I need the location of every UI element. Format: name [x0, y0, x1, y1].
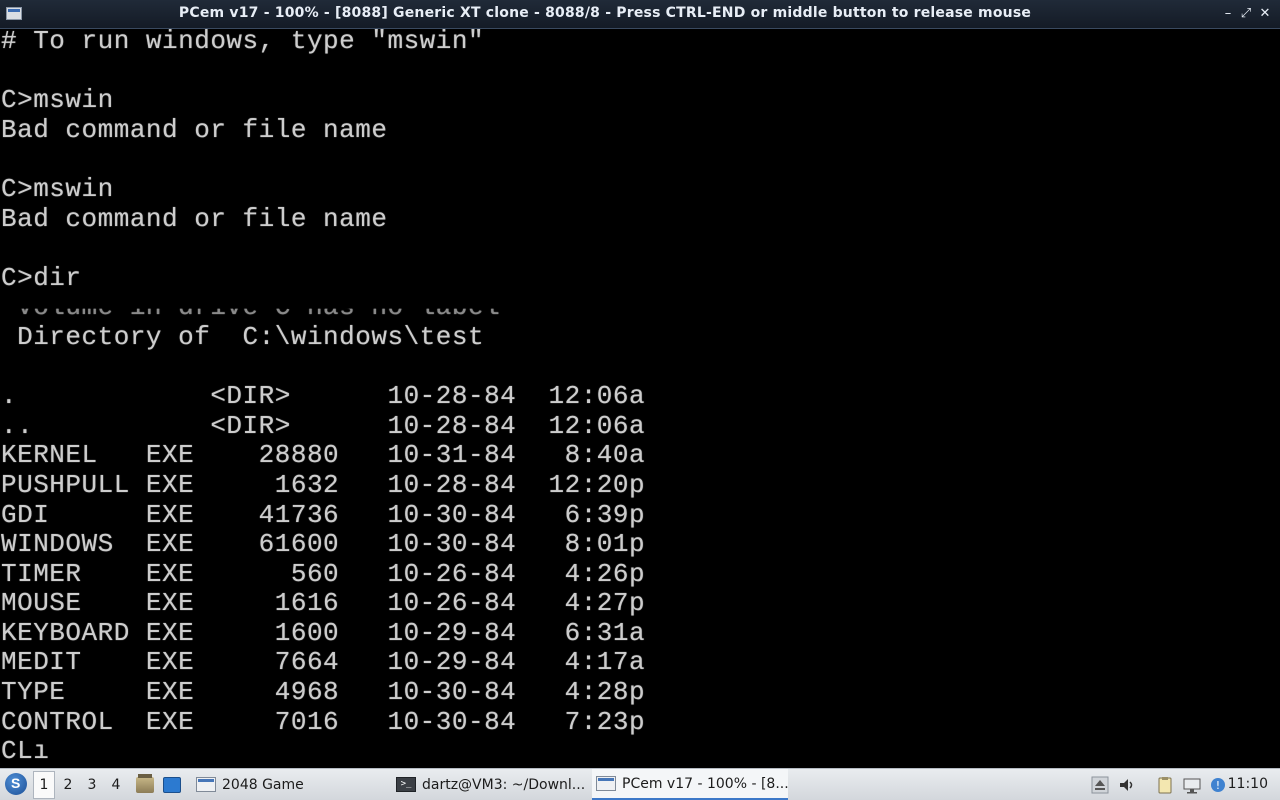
dir-entry: MEDIT EXE 7664 10-29-84 4:17a	[1, 647, 646, 678]
task-label: PCem v17 - 100% - [8...	[622, 775, 788, 792]
task-button-2048[interactable]: 2048 Game	[192, 769, 398, 800]
window-icon	[196, 777, 216, 792]
terminal-icon: >_	[396, 777, 416, 792]
task-button-terminal[interactable]: >_ dartz@VM3: ~/Downl...	[392, 769, 598, 800]
window-titlebar[interactable]: PCem v17 - 100% - [8088] Generic XT clon…	[0, 0, 1280, 29]
minimize-button[interactable]: –	[1219, 4, 1237, 24]
desktop-switch-2[interactable]: 2	[57, 769, 79, 800]
dir-entry: . <DIR> 10-28-84 12:06a	[1, 381, 646, 412]
task-label: 2048 Game	[222, 776, 304, 793]
desktop-switch-1[interactable]: 1	[33, 771, 55, 799]
console-line: CLı	[1, 736, 50, 767]
dir-entry: PUSHPULL EXE 1632 10-28-84 12:20p	[1, 469, 646, 500]
taskbar: 1 2 3 4 2048 Game >_ dartz@VM3: ~/Downl.…	[0, 768, 1280, 800]
network-icon[interactable]	[1183, 776, 1201, 794]
console-line-partial: Volume in drive C has no label	[1, 292, 501, 323]
emulator-screen[interactable]: # To run windows, type "mswin" C>mswin Bad…	[0, 29, 1280, 767]
task-label: dartz@VM3: ~/Downl...	[422, 776, 586, 793]
dir-entry: KEYBOARD EXE 1600 10-29-84 6:31a	[1, 617, 646, 648]
desktop-switch-4[interactable]: 4	[105, 769, 127, 800]
task-button-pcem[interactable]: PCem v17 - 100% - [8...	[592, 769, 788, 800]
console-line: C>dir	[1, 262, 82, 293]
clipboard-icon[interactable]	[1156, 776, 1174, 794]
desktop-switch-3[interactable]: 3	[81, 769, 103, 800]
console-line: Bad command or file name	[1, 203, 388, 234]
dir-entry: .. <DIR> 10-28-84 12:06a	[1, 410, 646, 441]
dir-entry: MOUSE EXE 1616 10-26-84 4:27p	[1, 588, 646, 619]
dir-entry: WINDOWS EXE 61600 10-30-84 8:01p	[1, 529, 646, 560]
show-desktop-icon[interactable]	[163, 777, 181, 793]
window-icon	[596, 776, 616, 791]
svg-text:!: !	[1216, 779, 1220, 792]
console-line: C>mswin	[1, 85, 114, 116]
dir-entry: CONTROL EXE 7016 10-30-84 7:23p	[1, 706, 646, 737]
notification-icon[interactable]: !	[1209, 776, 1227, 794]
file-manager-icon[interactable]	[136, 774, 154, 793]
console-line: Directory of C:\windows\test	[1, 321, 485, 352]
start-menu-icon[interactable]	[5, 773, 27, 795]
eject-icon[interactable]	[1091, 776, 1109, 794]
window-title: PCem v17 - 100% - [8088] Generic XT clon…	[178, 5, 1032, 21]
clock[interactable]: 11:10	[1228, 776, 1268, 792]
close-button[interactable]: ✕	[1256, 4, 1274, 24]
dir-entry: KERNEL EXE 28880 10-31-84 8:40a	[1, 440, 646, 471]
console-line: Bad command or file name	[1, 114, 388, 145]
dir-entry: GDI EXE 41736 10-30-84 6:39p	[1, 499, 646, 530]
maximize-button[interactable]: ⤢	[1237, 4, 1255, 24]
dir-entry: TIMER EXE 560 10-26-84 4:26p	[1, 558, 646, 589]
app-window-icon	[6, 7, 22, 20]
console-line: C>mswin	[1, 173, 114, 204]
console-line: # To run windows, type "mswin"	[1, 29, 485, 56]
dos-console: # To run windows, type "mswin" C>mswin Bad…	[1, 29, 645, 767]
dir-entry: TYPE EXE 4968 10-30-84 4:28p	[1, 677, 646, 708]
volume-icon[interactable]	[1118, 776, 1136, 794]
